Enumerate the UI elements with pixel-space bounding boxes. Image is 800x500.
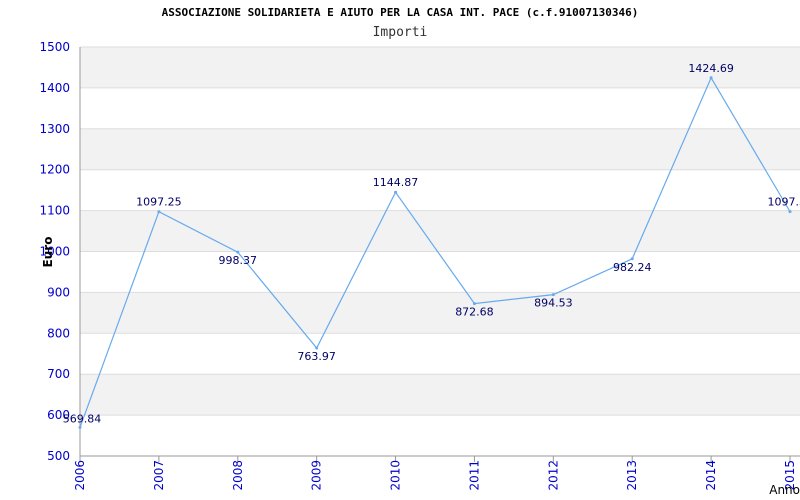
chart: ASSOCIAZIONE SOLIDARIETA E AIUTO PER LA … bbox=[0, 0, 800, 500]
y-tick-label: 1200 bbox=[39, 163, 70, 177]
plot-area: 5006007008009001000110012001300140015002… bbox=[39, 40, 800, 497]
grid-band bbox=[80, 374, 800, 416]
x-tick-label: 2008 bbox=[231, 460, 245, 491]
x-tick-label: 2013 bbox=[625, 460, 639, 491]
x-tick-label: 2011 bbox=[467, 460, 481, 491]
x-tick-label: 2006 bbox=[73, 460, 87, 491]
data-point bbox=[788, 210, 792, 214]
grid-band bbox=[80, 210, 800, 252]
data-label: 1144.87 bbox=[373, 176, 419, 189]
y-tick-label: 1500 bbox=[39, 40, 70, 54]
x-tick-label: 2012 bbox=[546, 460, 560, 491]
y-tick-label: 1100 bbox=[39, 204, 70, 218]
data-point bbox=[394, 190, 398, 194]
data-label: 998.37 bbox=[219, 254, 258, 267]
y-tick-label: 1400 bbox=[39, 81, 70, 95]
data-label: 894.53 bbox=[534, 297, 573, 310]
data-label: 1097.5 bbox=[768, 196, 800, 209]
data-point bbox=[709, 76, 713, 80]
y-tick-label: 800 bbox=[47, 326, 70, 340]
data-label: 763.97 bbox=[297, 350, 336, 363]
grid-band bbox=[80, 128, 800, 170]
data-label: 872.68 bbox=[455, 306, 494, 319]
data-point bbox=[78, 425, 82, 429]
data-label: 1424.69 bbox=[688, 62, 734, 75]
data-label: 982.24 bbox=[613, 261, 652, 274]
y-axis-label: Euro bbox=[41, 237, 55, 268]
x-axis-label: Anno bbox=[769, 483, 800, 497]
x-tick-label: 2009 bbox=[310, 460, 324, 491]
data-point bbox=[157, 210, 161, 214]
x-tick-label: 2007 bbox=[152, 460, 166, 491]
y-tick-label: 500 bbox=[47, 449, 70, 463]
x-tick-label: 2010 bbox=[389, 460, 403, 491]
x-tick-label: 2014 bbox=[704, 460, 718, 491]
data-label: 1097.25 bbox=[136, 196, 182, 209]
y-tick-label: 1300 bbox=[39, 122, 70, 136]
data-label: 569.84 bbox=[63, 412, 102, 425]
y-tick-label: 900 bbox=[47, 285, 70, 299]
y-tick-label: 700 bbox=[47, 367, 70, 381]
grid-band bbox=[80, 292, 800, 334]
